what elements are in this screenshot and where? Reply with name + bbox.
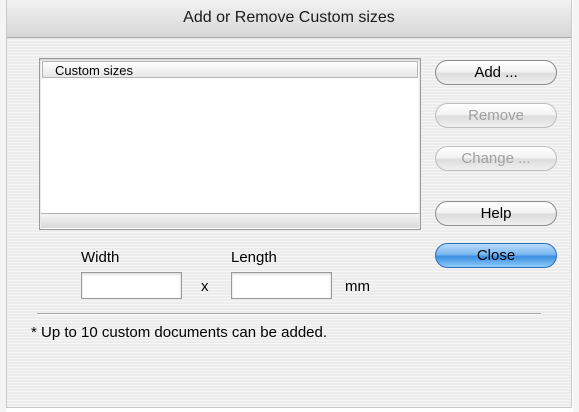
length-field[interactable] bbox=[231, 272, 332, 299]
help-button[interactable]: Help bbox=[435, 201, 557, 226]
times-separator: x bbox=[201, 278, 209, 295]
change-button[interactable]: Change ... bbox=[435, 146, 557, 171]
remove-button[interactable]: Remove bbox=[435, 103, 557, 128]
divider bbox=[37, 313, 541, 315]
list-header[interactable]: Custom sizes bbox=[42, 61, 418, 78]
close-button[interactable]: Close bbox=[435, 243, 557, 268]
dialog-window: Add or Remove Custom sizes Custom sizes … bbox=[6, 0, 572, 408]
width-field[interactable] bbox=[81, 272, 182, 299]
length-label: Length bbox=[231, 249, 277, 266]
title-bar[interactable]: Add or Remove Custom sizes bbox=[7, 0, 571, 38]
width-label: Width bbox=[81, 249, 120, 266]
custom-size-note: * Up to 10 custom documents can be added… bbox=[31, 324, 328, 341]
custom-sizes-list[interactable]: Custom sizes bbox=[39, 58, 421, 230]
window-title: Add or Remove Custom sizes bbox=[183, 9, 395, 26]
horizontal-scrollbar[interactable] bbox=[41, 213, 419, 228]
background-edge bbox=[573, 0, 579, 412]
add-button[interactable]: Add ... bbox=[435, 60, 557, 85]
unit-label: mm bbox=[345, 278, 370, 295]
